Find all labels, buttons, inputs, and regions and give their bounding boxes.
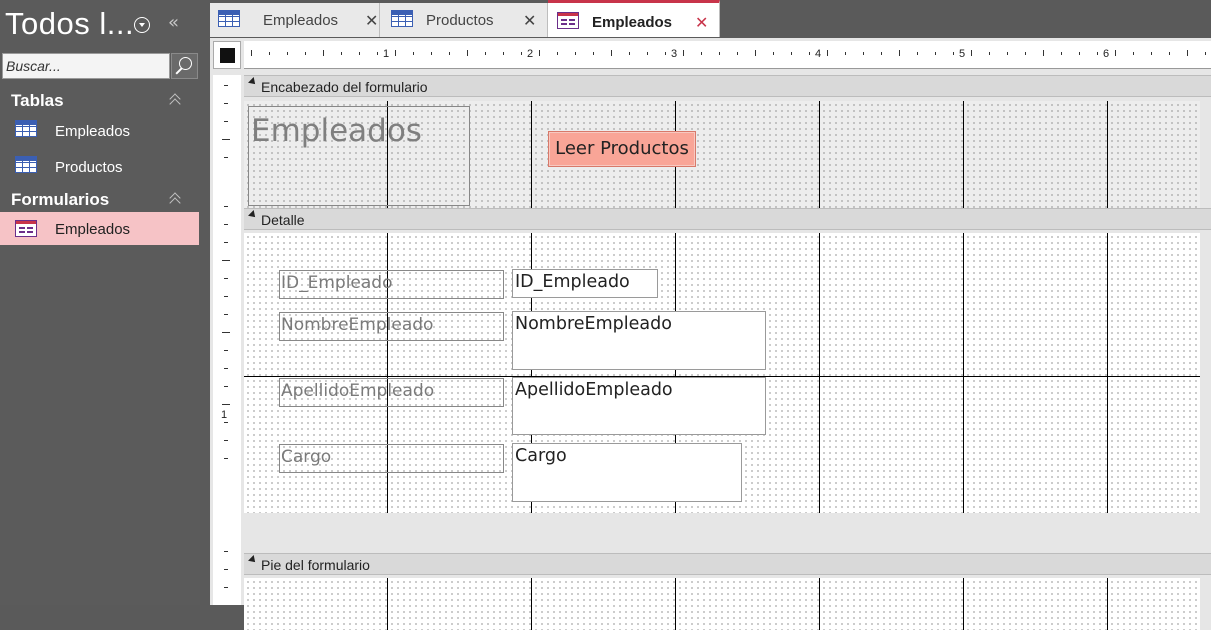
nav-item-label: Empleados — [55, 123, 131, 140]
tab-table-empleados[interactable]: Empleados ✕ — [210, 3, 380, 37]
form-icon — [557, 12, 579, 29]
tab-table-productos[interactable]: Productos ✕ — [380, 3, 548, 37]
tab-label: Empleados — [263, 12, 339, 29]
leer-productos-button[interactable]: Leer Productos — [548, 131, 696, 167]
ruler-number: 1 — [383, 48, 390, 60]
tab-label: Empleados — [592, 14, 673, 31]
nav-item-label: Productos — [55, 159, 123, 176]
nav-item-table-empleados[interactable]: Empleados — [0, 114, 199, 147]
vertical-ruler[interactable]: 1 — [213, 75, 241, 605]
section-arrow-icon — [248, 555, 258, 565]
field-control-nombre-empleado[interactable]: NombreEmpleado — [512, 311, 766, 370]
form-surface: Encabezado del formulario Empleados Leer… — [244, 75, 1211, 630]
section-bar-detail[interactable]: Detalle — [244, 208, 1211, 230]
field-control-apellido-empleado[interactable]: ApellidoEmpleado — [512, 377, 766, 435]
section-bar-header[interactable]: Encabezado del formulario — [244, 75, 1211, 97]
table-icon — [391, 10, 413, 27]
field-control-cargo[interactable]: Cargo — [512, 443, 742, 502]
search-button[interactable] — [171, 53, 198, 79]
close-icon[interactable]: ✕ — [695, 13, 708, 32]
section-header-body[interactable]: Empleados Leer Productos — [244, 101, 1200, 208]
form-selector[interactable] — [213, 41, 241, 69]
group-header-tablas[interactable]: Tablas — [11, 91, 64, 111]
section-arrow-icon — [248, 210, 258, 220]
ruler-number: 2 — [527, 48, 534, 60]
close-icon[interactable]: ✕ — [523, 11, 536, 30]
form-icon — [15, 220, 37, 237]
section-bar-footer[interactable]: Pie del formulario — [244, 553, 1211, 575]
navigation-pane: Todos l... « Tablas Empleados Productos … — [0, 0, 200, 605]
group-header-formularios[interactable]: Formularios — [11, 190, 109, 210]
form-design-view: 1 2 3 4 5 6 1 Encabezado del formulario Emple… — [210, 38, 1211, 630]
tab-label: Productos — [426, 12, 494, 29]
section-label: Detalle — [261, 212, 305, 228]
section-detail-body[interactable]: ID_Empleado ID_Empleado NombreEmpleado N… — [244, 233, 1200, 513]
collapse-group-icon[interactable] — [168, 92, 184, 106]
section-footer-body[interactable] — [244, 578, 1200, 630]
document-tab-bar: Empleados ✕ Productos ✕ Empleados ✕ — [200, 0, 1211, 37]
close-icon[interactable]: ✕ — [365, 11, 378, 30]
section-label: Encabezado del formulario — [261, 79, 428, 95]
nav-item-label: Empleados — [55, 221, 131, 238]
table-icon — [218, 10, 240, 27]
table-icon — [15, 156, 37, 173]
collapse-pane-icon[interactable]: « — [168, 14, 179, 32]
search-box — [2, 53, 170, 79]
field-label-cargo[interactable]: Cargo — [279, 444, 504, 473]
ruler-number: 5 — [959, 48, 966, 60]
nav-item-form-empleados[interactable]: Empleados — [0, 212, 199, 245]
nav-item-table-productos[interactable]: Productos — [0, 150, 199, 183]
nav-title[interactable]: Todos l... — [5, 6, 134, 42]
ruler-number: 6 — [1103, 48, 1110, 60]
form-title-label[interactable]: Empleados — [248, 106, 470, 206]
ruler-number: 1 — [221, 409, 228, 421]
search-input[interactable] — [3, 54, 169, 78]
field-label-id-empleado[interactable]: ID_Empleado — [279, 270, 504, 299]
horizontal-ruler[interactable]: 1 2 3 4 5 6 — [244, 41, 1211, 69]
ruler-number: 4 — [815, 48, 822, 60]
field-label-nombre-empleado[interactable]: NombreEmpleado — [279, 312, 504, 341]
ruler-number: 3 — [671, 48, 678, 60]
nav-menu-icon[interactable] — [134, 17, 150, 33]
section-arrow-icon — [248, 77, 258, 87]
field-label-apellido-empleado[interactable]: ApellidoEmpleado — [279, 378, 504, 407]
collapse-group-icon[interactable] — [168, 191, 184, 205]
section-label: Pie del formulario — [261, 557, 370, 573]
tab-form-empleados[interactable]: Empleados ✕ — [548, 0, 720, 37]
field-control-id-empleado[interactable]: ID_Empleado — [512, 269, 658, 298]
table-icon — [15, 120, 37, 137]
